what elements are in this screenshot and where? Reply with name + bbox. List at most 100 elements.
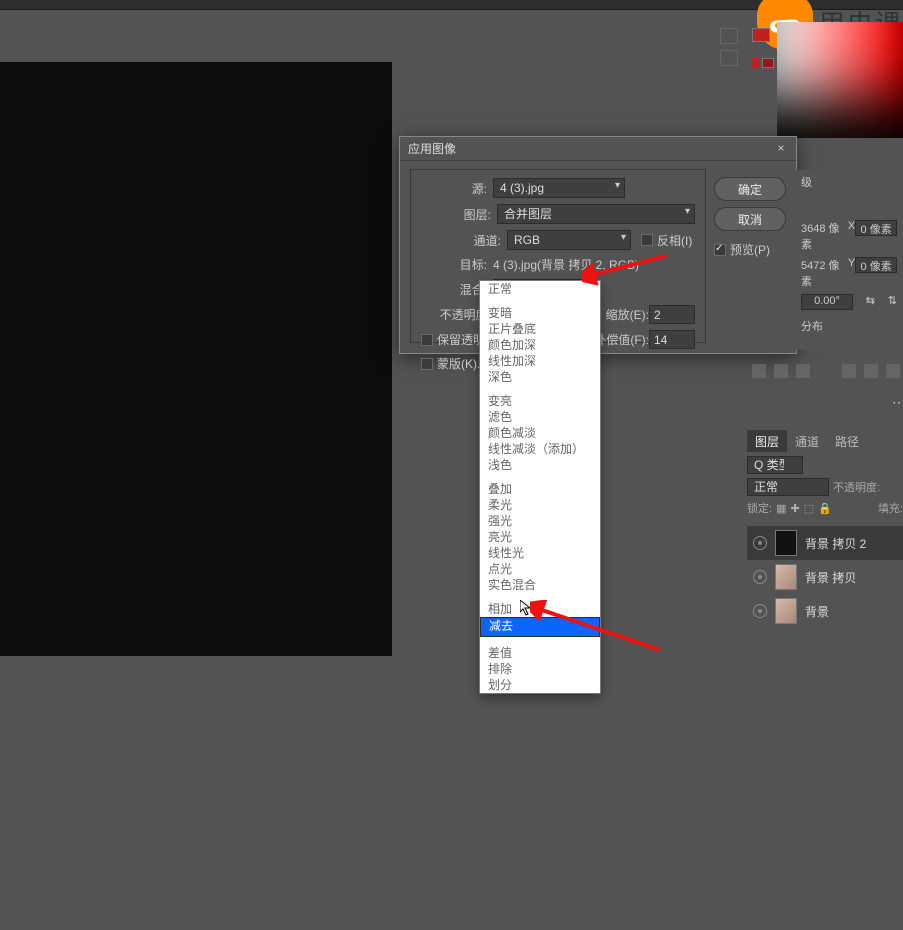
channel-select[interactable]: RGB (507, 230, 631, 250)
blend-option[interactable]: 强光 (480, 513, 600, 529)
layer-name[interactable]: 背景 拷贝 2 (805, 535, 866, 552)
dock-icon[interactable] (720, 50, 738, 66)
align-right-icon[interactable] (796, 364, 810, 378)
lock-artboard-icon[interactable]: ⬚ (804, 502, 814, 515)
blend-option[interactable]: 滤色 (480, 409, 600, 425)
offset-label: 补偿值(F): (594, 331, 649, 348)
background-swatch[interactable] (762, 58, 774, 68)
tab-layers[interactable]: 图层 (747, 430, 787, 452)
dock-strip (720, 28, 742, 72)
blend-option[interactable]: 线性光 (480, 545, 600, 561)
layer-row[interactable]: 背景 (747, 594, 903, 628)
blend-option[interactable]: 实色混合 (480, 577, 600, 593)
blend-option[interactable]: 深色 (480, 369, 600, 385)
blend-option[interactable]: 颜色加深 (480, 337, 600, 353)
cancel-button[interactable]: 取消 (714, 207, 786, 231)
blend-option[interactable]: 线性加深 (480, 353, 600, 369)
preview-label: 预览(P) (730, 241, 770, 258)
visibility-eye-icon[interactable] (753, 536, 767, 550)
layer-thumbnail[interactable] (775, 598, 797, 624)
tab-channels[interactable]: 通道 (787, 430, 827, 452)
layer-thumbnail[interactable] (775, 564, 797, 590)
source-label: 源: (421, 180, 493, 197)
angle-value[interactable]: 0.00° (801, 294, 853, 310)
blend-option[interactable]: 变暗 (480, 305, 600, 321)
ok-button[interactable]: 确定 (714, 177, 786, 201)
mask-checkbox[interactable] (421, 358, 433, 370)
flip-v-icon[interactable]: ⇅ (888, 294, 897, 310)
source-select[interactable]: 4 (3).jpg (493, 178, 625, 198)
dialog-button-column: 确定 取消 预览(P) (714, 177, 786, 258)
advanced-label: 级 (801, 174, 812, 190)
blend-option[interactable]: 划分 (480, 677, 600, 693)
y-label: Y (848, 257, 855, 289)
visibility-eye-icon[interactable] (753, 604, 767, 618)
lock-position-icon[interactable]: ✚ (790, 502, 799, 515)
blend-option[interactable]: 排除 (480, 661, 600, 677)
lock-pixels-icon[interactable]: ▦ (776, 502, 786, 515)
preview-checkbox[interactable] (714, 244, 726, 256)
align-icons-row (752, 364, 902, 384)
warning-triangle-icon (752, 58, 760, 68)
align-top-icon[interactable] (842, 364, 856, 378)
scale-label: 缩放(E): (606, 306, 649, 323)
blend-option[interactable]: 柔光 (480, 497, 600, 513)
layer-thumbnail[interactable] (775, 530, 797, 556)
layer-opacity-label: 不透明度: (833, 479, 880, 495)
blend-option[interactable]: 点光 (480, 561, 600, 577)
blend-option[interactable]: 正片叠底 (480, 321, 600, 337)
align-left-icon[interactable] (752, 364, 766, 378)
dialog-titlebar[interactable]: 应用图像 × (400, 137, 796, 161)
invert-checkbox[interactable] (641, 234, 653, 246)
width-readout: 3648 像素 (801, 220, 848, 252)
target-label: 目标: (421, 256, 493, 273)
align-center-icon[interactable] (774, 364, 788, 378)
preserve-transparency-label: 保留透明 (437, 331, 485, 348)
layer-row[interactable]: 背景 拷贝 (747, 560, 903, 594)
dialog-title: 应用图像 (408, 140, 456, 157)
layer-name[interactable]: 背景 拷贝 (805, 569, 856, 586)
blend-option[interactable]: 变亮 (480, 393, 600, 409)
layer-label: 图层: (421, 206, 497, 223)
layer-row[interactable]: 背景 拷贝 2 (747, 526, 903, 560)
panel-menu-icon[interactable]: ⋯ (892, 394, 903, 411)
annotation-arrow-icon (530, 600, 670, 660)
align-bottom-icon[interactable] (886, 364, 900, 378)
blend-option[interactable]: 叠加 (480, 481, 600, 497)
color-swatch-col (752, 28, 774, 72)
layers-panel-tabs: 图层 通道 路径 (747, 430, 903, 452)
preview-row[interactable]: 预览(P) (714, 241, 786, 258)
x-value[interactable]: 0 像素 (855, 220, 897, 236)
foreground-swatch[interactable] (752, 28, 770, 42)
layer-kind-select[interactable]: Q 类型 (747, 456, 803, 474)
align-middle-icon[interactable] (864, 364, 878, 378)
dock-icon[interactable] (720, 28, 738, 44)
channel-label: 通道: (421, 232, 507, 249)
flip-h-icon[interactable]: ⇆ (866, 294, 875, 310)
blend-option[interactable]: 亮光 (480, 529, 600, 545)
offset-input[interactable] (649, 330, 695, 349)
layer-name[interactable]: 背景 (805, 603, 829, 620)
height-readout: 5472 像素 (801, 257, 848, 289)
visibility-eye-icon[interactable] (753, 570, 767, 584)
lock-label: 锁定: (747, 500, 772, 516)
x-label: X (848, 220, 855, 252)
document-canvas[interactable] (0, 62, 392, 656)
blend-mode-select[interactable]: 正常 (747, 478, 829, 496)
distribute-label: 分布 (801, 318, 823, 334)
scale-input[interactable] (649, 305, 695, 324)
tab-paths[interactable]: 路径 (827, 430, 867, 452)
blend-option[interactable]: 浅色 (480, 457, 600, 473)
blend-option[interactable]: 颜色减淡 (480, 425, 600, 441)
annotation-arrow-icon (582, 250, 672, 290)
y-value[interactable]: 0 像素 (855, 257, 897, 273)
layers-list: 背景 拷贝 2 背景 拷贝背景 (747, 526, 903, 628)
blend-option[interactable]: 线性减淡（添加） (480, 441, 600, 457)
color-picker-gradient[interactable] (777, 22, 903, 138)
preserve-transparency-checkbox[interactable] (421, 334, 433, 346)
layer-select[interactable]: 合并图层 (497, 204, 695, 224)
properties-info-panel: 级 3648 像素 X 0 像素 5472 像素 Y 0 像素 0.00° ⇆ … (795, 170, 903, 350)
lock-all-icon[interactable]: 🔒 (818, 502, 832, 515)
close-icon[interactable]: × (774, 142, 788, 156)
invert-label: 反相(I) (657, 232, 692, 249)
